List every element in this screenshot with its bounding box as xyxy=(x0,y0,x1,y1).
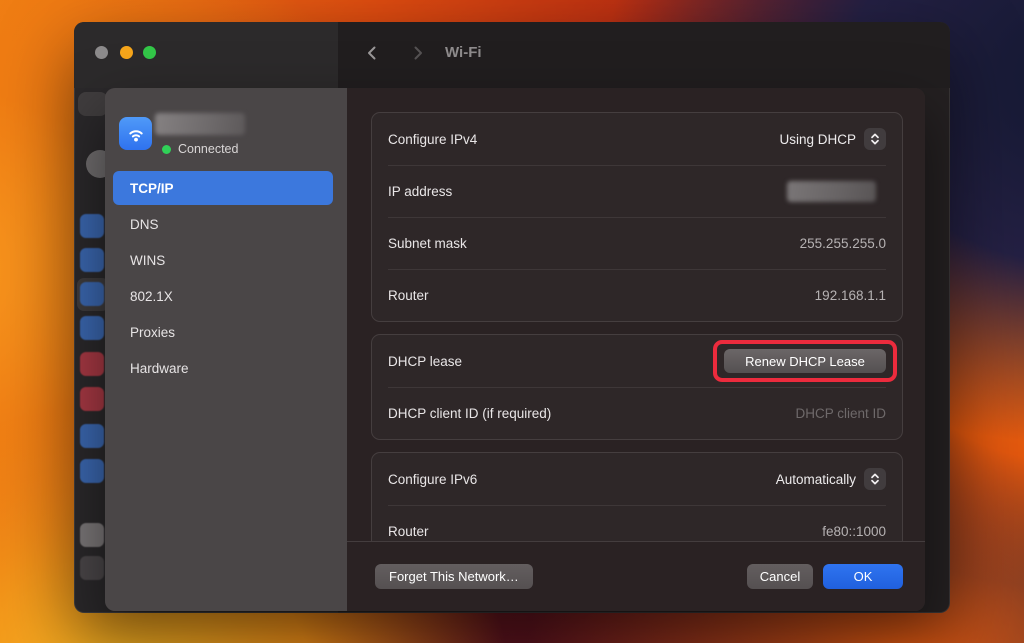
forward-chevron-icon[interactable] xyxy=(410,45,426,61)
sound-icon xyxy=(80,387,104,411)
sidebar-item-8021x[interactable]: 802.1X xyxy=(113,279,333,313)
router-label: Router xyxy=(388,288,429,303)
ipv4-group: Configure IPv4 Using DHCP IP address xyxy=(371,112,903,322)
background-search-field xyxy=(78,92,108,116)
system-settings-window: Wi-Fi Connected TCP/IP DNS WINS 802.1X xyxy=(74,22,950,613)
connected-label: Connected xyxy=(178,142,238,156)
ip-address-redacted xyxy=(787,181,876,202)
configure-ipv4-label: Configure IPv4 xyxy=(388,132,477,147)
zoom-button[interactable] xyxy=(143,46,156,59)
wifi-tcpip-sheet: Connected TCP/IP DNS WINS 802.1X Proxies… xyxy=(105,88,925,611)
sidebar-item-wins[interactable]: WINS xyxy=(113,243,333,277)
sheet-sidebar-items: TCP/IP DNS WINS 802.1X Proxies Hardware xyxy=(105,171,347,387)
popup-stepper-icon xyxy=(864,128,886,150)
configure-ipv6-label: Configure IPv6 xyxy=(388,472,477,487)
titlebar: Wi-Fi xyxy=(74,22,950,88)
wifi-icon xyxy=(80,214,104,238)
forget-network-button[interactable]: Forget This Network… xyxy=(375,564,533,589)
router-ipv4-row: Router 192.168.1.1 xyxy=(372,269,902,321)
subnet-mask-row: Subnet mask 255.255.255.0 xyxy=(372,217,902,269)
network-name-redacted xyxy=(155,113,245,135)
router-value: 192.168.1.1 xyxy=(815,288,886,303)
popup-stepper-icon xyxy=(864,468,886,490)
vpn-icon xyxy=(80,316,104,340)
settings-scroll-area: Configure IPv4 Using DHCP IP address xyxy=(347,88,925,541)
connection-status: Connected xyxy=(162,142,238,156)
close-button[interactable] xyxy=(95,46,108,59)
subnet-mask-label: Subnet mask xyxy=(388,236,467,251)
ip-address-label: IP address xyxy=(388,184,452,199)
screen-time-icon xyxy=(80,459,104,483)
minimize-button[interactable] xyxy=(120,46,133,59)
network-icon xyxy=(80,282,104,306)
sheet-content: Configure IPv4 Using DHCP IP address xyxy=(347,88,925,611)
router-ipv6-row: Router fe80::1000 xyxy=(372,505,902,541)
sidebar-item-tcpip[interactable]: TCP/IP xyxy=(113,171,333,205)
dhcp-client-id-field[interactable]: DHCP client ID xyxy=(795,406,886,421)
page-title: Wi-Fi xyxy=(445,44,482,61)
sheet-sidebar: Connected TCP/IP DNS WINS 802.1X Proxies… xyxy=(105,88,347,611)
annotation-highlight-box: Renew DHCP Lease xyxy=(713,340,897,382)
ipv6-group: Configure IPv6 Automatically Router fe80… xyxy=(371,452,903,541)
sheet-footer: Forget This Network… Cancel OK xyxy=(347,541,925,611)
ip-address-row: IP address xyxy=(372,165,902,217)
router-ipv6-label: Router xyxy=(388,524,429,539)
dhcp-client-id-row: DHCP client ID (if required) DHCP client… xyxy=(372,387,902,439)
cancel-button[interactable]: Cancel xyxy=(747,564,813,589)
dhcp-lease-label: DHCP lease xyxy=(388,354,462,369)
notifications-icon xyxy=(80,352,104,376)
wifi-network-icon xyxy=(119,117,152,150)
back-chevron-icon[interactable] xyxy=(364,45,380,61)
appearance-icon xyxy=(80,556,104,580)
focus-icon xyxy=(80,424,104,448)
router-ipv6-value: fe80::1000 xyxy=(822,524,886,539)
ipv4-method-popup[interactable]: Using DHCP xyxy=(779,128,886,150)
sidebar-item-dns[interactable]: DNS xyxy=(113,207,333,241)
configure-ipv6-row: Configure IPv6 Automatically xyxy=(372,453,902,505)
titlebar-sidebar-section xyxy=(74,22,338,88)
ok-button[interactable]: OK xyxy=(823,564,903,589)
configure-ipv4-row: Configure IPv4 Using DHCP xyxy=(372,113,902,165)
subnet-mask-value: 255.255.255.0 xyxy=(800,236,886,251)
dhcp-lease-row: DHCP lease Renew DHCP Lease xyxy=(372,335,902,387)
dhcp-client-id-label: DHCP client ID (if required) xyxy=(388,406,551,421)
sidebar-item-hardware[interactable]: Hardware xyxy=(113,351,333,385)
dhcp-group: DHCP lease Renew DHCP Lease DHCP client … xyxy=(371,334,903,440)
general-icon xyxy=(80,523,104,547)
sidebar-item-proxies[interactable]: Proxies xyxy=(113,315,333,349)
titlebar-content-section: Wi-Fi xyxy=(338,22,950,88)
ipv6-method-popup[interactable]: Automatically xyxy=(776,468,886,490)
connected-dot-icon xyxy=(162,145,171,154)
renew-dhcp-lease-button[interactable]: Renew DHCP Lease xyxy=(724,349,886,373)
bluetooth-icon xyxy=(80,248,104,272)
